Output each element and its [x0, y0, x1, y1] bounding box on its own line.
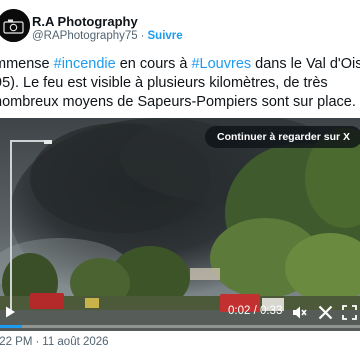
follow-button[interactable]: Suivre: [148, 30, 183, 42]
tweet-text-segment: mmense: [0, 56, 50, 72]
author-avatar[interactable]: [0, 9, 30, 42]
author-name[interactable]: R.A Photography: [32, 14, 138, 29]
tweet-timestamp[interactable]: :22 PM·11 août 2026: [0, 336, 109, 348]
handle-separator: ·: [140, 30, 145, 42]
tweet-text: mmense #incendie en cours à #Louvres dan…: [0, 55, 360, 112]
tweet-text-segment: 95). Le feu est visible à plusieurs kilo…: [0, 75, 328, 91]
video-player[interactable]: Continuer à regarder sur X 0:02 / 0:33: [0, 118, 360, 331]
tweet-text-segment: dans le Val d'Oise: [251, 56, 360, 72]
tweet-text-segment: nombreux moyens de Sapeurs-Pompiers sont…: [0, 94, 356, 110]
volume-muted-icon[interactable]: [291, 304, 308, 321]
tweet-line: nombreux moyens de Sapeurs-Pompiers sont…: [0, 93, 360, 112]
play-icon[interactable]: [3, 305, 17, 319]
camera-logo-icon: [0, 9, 30, 42]
close-x-icon[interactable]: [317, 304, 334, 321]
tweet-line: mmense #incendie en cours à #Louvres dan…: [0, 55, 360, 74]
video-progress-bar[interactable]: [0, 325, 360, 328]
author-handle[interactable]: @RAPhotography75: [32, 30, 138, 42]
hashtag-incendie[interactable]: #incendie: [54, 56, 116, 72]
time-readout: 0:02 / 0:33: [228, 305, 283, 317]
tweet-time: :22 PM: [0, 336, 33, 348]
tweet-text-segment: en cours à: [115, 56, 192, 72]
handle-row: @RAPhotography75 · Suivre: [32, 30, 183, 42]
fullscreen-icon[interactable]: [341, 304, 358, 321]
tweet-line: 95). Le feu est visible à plusieurs kilo…: [0, 74, 360, 93]
video-progress-fill: [0, 325, 22, 328]
hashtag-louvres[interactable]: #Louvres: [191, 56, 251, 72]
video-controls: 0:02 / 0:33: [0, 300, 360, 326]
meta-separator: ·: [35, 336, 40, 348]
continue-on-x-button[interactable]: Continuer à regarder sur X: [205, 126, 360, 148]
tweet-date: 11 août 2026: [42, 336, 109, 348]
